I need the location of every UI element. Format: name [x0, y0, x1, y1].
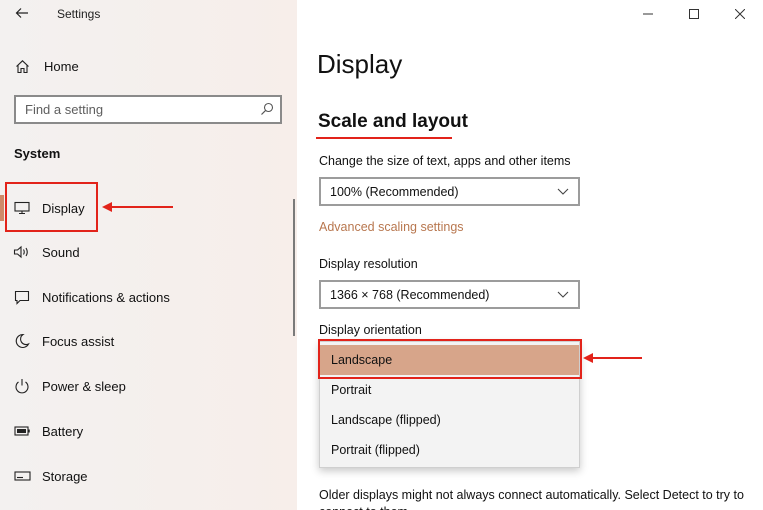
sidebar-item-label: Power & sleep	[42, 378, 126, 394]
detect-description: Older displays might not always connect …	[319, 488, 744, 510]
minimize-icon	[643, 13, 653, 15]
section-label-system: System	[14, 146, 61, 161]
search-input[interactable]	[16, 97, 246, 122]
app-title: Settings	[57, 7, 101, 21]
annotation-arrow	[102, 202, 173, 212]
section-heading: Scale and layout	[318, 111, 468, 132]
moon-icon	[13, 333, 31, 349]
minimize-button[interactable]	[625, 0, 671, 28]
sidebar-item-label: Battery	[42, 423, 84, 439]
annotation-arrow	[583, 353, 642, 363]
close-icon	[735, 9, 745, 19]
maximize-button[interactable]	[671, 0, 717, 28]
sidebar-item-power-sleep[interactable]: Power & sleep	[0, 367, 290, 405]
maximize-icon	[689, 9, 699, 19]
battery-icon	[13, 423, 31, 439]
advanced-scaling-link[interactable]: Advanced scaling settings	[319, 220, 464, 234]
storage-icon	[13, 468, 31, 484]
back-arrow-icon	[15, 8, 28, 18]
sidebar: Settings Home System Display	[0, 0, 297, 510]
back-button[interactable]	[11, 4, 33, 22]
sidebar-item-label: Storage	[42, 468, 88, 484]
annotation-highlight-box	[318, 339, 582, 379]
sidebar-item-label: Notifications & actions	[42, 289, 170, 305]
resolution-dropdown[interactable]: 1366 × 768 (Recommended)	[319, 280, 580, 309]
chevron-down-icon	[557, 188, 569, 195]
window-controls	[625, 0, 763, 28]
scale-value: 100% (Recommended)	[330, 184, 459, 199]
scale-dropdown[interactable]: 100% (Recommended)	[319, 177, 580, 206]
chevron-down-icon	[557, 291, 569, 298]
orientation-option-landscape-flipped[interactable]: Landscape (flipped)	[320, 405, 579, 435]
orientation-option-portrait[interactable]: Portrait	[320, 375, 579, 405]
sidebar-item-home[interactable]: Home	[14, 56, 79, 76]
active-indicator	[0, 195, 4, 221]
notification-icon	[13, 289, 31, 305]
sidebar-item-storage[interactable]: Storage	[0, 457, 290, 495]
sidebar-item-label: Focus assist	[42, 333, 115, 349]
speaker-icon	[13, 244, 31, 260]
search-icon[interactable]	[260, 102, 274, 116]
resolution-value: 1366 × 768 (Recommended)	[330, 287, 490, 302]
title-bar: Settings	[0, 0, 297, 28]
home-icon	[14, 58, 30, 74]
resolution-label: Display resolution	[319, 257, 418, 271]
main-content: Display Scale and layout Change the size…	[297, 0, 763, 510]
annotation-underline	[316, 137, 452, 139]
scale-label: Change the size of text, apps and other …	[319, 154, 571, 168]
page-title: Display	[317, 49, 403, 79]
home-label: Home	[44, 58, 79, 74]
annotation-highlight-box	[5, 182, 98, 232]
sidebar-item-battery[interactable]: Battery	[0, 412, 290, 450]
sidebar-item-notifications[interactable]: Notifications & actions	[0, 278, 290, 316]
close-button[interactable]	[717, 0, 763, 28]
power-icon	[13, 378, 31, 394]
sidebar-item-label: Sound	[42, 244, 80, 260]
sidebar-scrollbar[interactable]	[293, 199, 295, 336]
search-box[interactable]	[14, 95, 282, 124]
orientation-label: Display orientation	[319, 323, 422, 337]
sidebar-item-sound[interactable]: Sound	[0, 233, 290, 271]
orientation-option-portrait-flipped[interactable]: Portrait (flipped)	[320, 435, 579, 465]
sidebar-item-focus-assist[interactable]: Focus assist	[0, 322, 290, 360]
